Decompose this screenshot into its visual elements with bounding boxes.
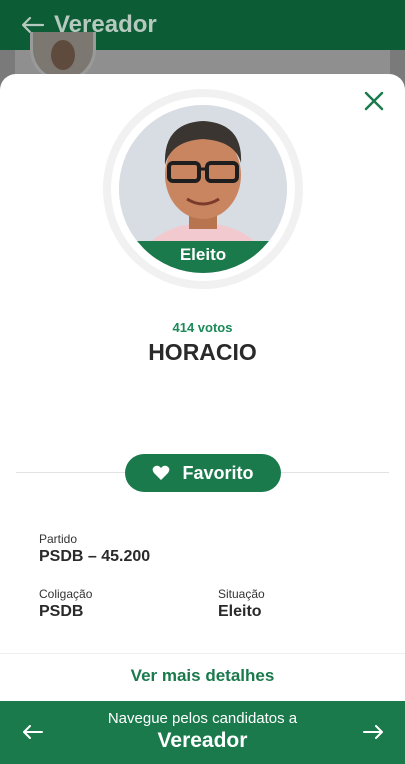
next-candidate-button[interactable] <box>358 717 388 747</box>
candidate-name: HORACIO <box>148 339 257 365</box>
coalition-value: PSDB <box>39 603 84 620</box>
arrow-right-icon <box>363 725 383 739</box>
navigation-role: Vereador <box>157 729 248 752</box>
heart-icon <box>153 465 170 480</box>
party-label: Partido <box>39 532 78 546</box>
arrow-left-icon <box>22 17 44 33</box>
navigation-prompt: Navegue pelos candidatos a <box>107 710 298 727</box>
party-value: PSDB – 45.200 <box>39 548 151 565</box>
divider <box>0 653 405 654</box>
more-details-link[interactable]: Ver mais detalhes <box>0 666 405 686</box>
favorite-button[interactable]: Favorito <box>125 454 281 492</box>
status-badge: Eleito <box>119 241 287 273</box>
situation-value: Eleito <box>218 603 262 620</box>
candidate-sheet: Eleito 414 votos HORACIO Favorito Partid… <box>0 74 405 764</box>
candidate-photo-frame: Eleito <box>103 89 303 289</box>
close-icon <box>364 91 384 111</box>
votes-count: 414 votos <box>172 320 233 335</box>
favorite-label: Favorito <box>182 462 254 483</box>
candidate-navigation-bar: Navegue pelos candidatos a Vereador <box>0 701 405 764</box>
candidate-photo: Eleito <box>119 105 287 273</box>
close-button[interactable] <box>363 90 385 112</box>
situation-label: Situação <box>218 587 265 601</box>
coalition-label: Coligação <box>39 587 93 601</box>
